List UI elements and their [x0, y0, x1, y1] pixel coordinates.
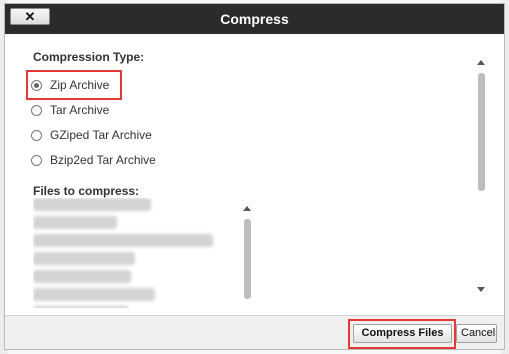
scroll-thumb[interactable]	[243, 219, 251, 299]
scroll-up-arrow-icon[interactable]	[243, 206, 251, 211]
dialog-scrollbar[interactable]	[475, 60, 487, 298]
radio-label: Bzip2ed Tar Archive	[50, 153, 156, 167]
cancel-button[interactable]: Cancel	[456, 324, 497, 343]
list-item	[33, 234, 213, 247]
dialog-footer: Compress Files Cancel	[5, 315, 504, 349]
list-item	[33, 288, 155, 301]
list-item	[33, 270, 131, 283]
list-item	[33, 306, 129, 308]
list-item	[33, 216, 117, 229]
radio-button[interactable]	[31, 104, 42, 116]
dialog-header: ✕ Compress	[5, 4, 504, 34]
dialog-title: Compress	[220, 11, 289, 27]
scroll-up-arrow-icon[interactable]	[477, 60, 485, 65]
radio-button[interactable]	[31, 129, 42, 141]
radio-option-gzip[interactable]: GZiped Tar Archive	[31, 125, 152, 145]
zip-highlight-box	[26, 70, 122, 100]
files-list[interactable]	[33, 198, 229, 308]
compress-files-button[interactable]: Compress Files	[353, 324, 452, 343]
scroll-down-arrow-icon[interactable]	[477, 287, 485, 292]
radio-option-tar[interactable]: Tar Archive	[31, 100, 109, 120]
scroll-thumb[interactable]	[477, 73, 485, 191]
radio-option-bzip2[interactable]: Bzip2ed Tar Archive	[31, 150, 156, 170]
compress-dialog: ✕ Compress Compression Type: Zip Archive…	[4, 3, 505, 350]
compression-type-label: Compression Type:	[33, 50, 145, 64]
dialog-body: Compression Type: Zip Archive Tar Archiv…	[5, 34, 504, 315]
files-to-compress-label: Files to compress:	[33, 184, 140, 198]
radio-label: Tar Archive	[50, 103, 110, 117]
list-item	[33, 252, 135, 265]
radio-label: GZiped Tar Archive	[50, 128, 152, 142]
files-list-scrollbar[interactable]	[241, 206, 253, 306]
radio-button[interactable]	[31, 154, 42, 166]
list-item	[33, 198, 151, 211]
